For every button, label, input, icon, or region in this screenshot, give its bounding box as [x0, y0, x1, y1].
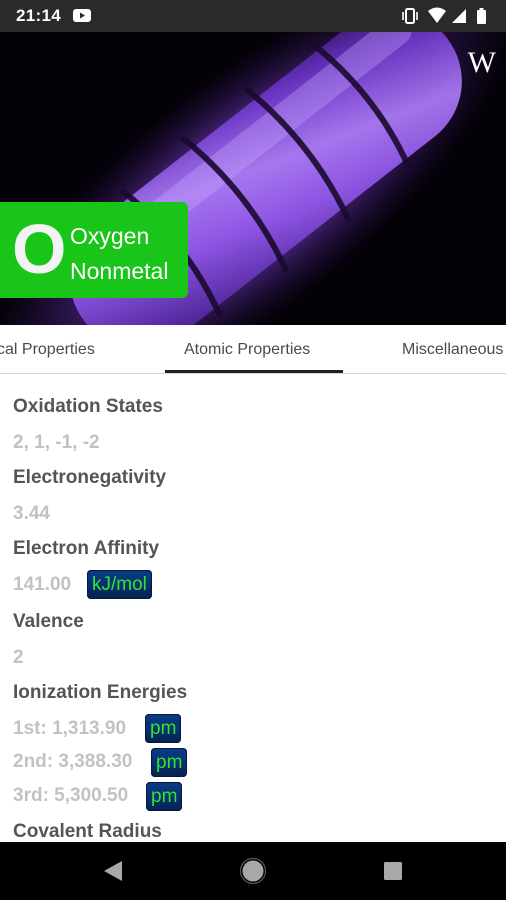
electron-affinity-label: Electron Affinity [13, 538, 160, 559]
electronegativity-label: Electronegativity [13, 467, 167, 488]
back-button[interactable] [88, 850, 138, 892]
signal-icon [452, 9, 466, 23]
status-bar: 21:14 [0, 0, 506, 32]
youtube-icon [73, 9, 91, 22]
status-icons [402, 7, 486, 24]
ionization-energy-1st-unit-badge: pm [145, 714, 182, 743]
element-category: Nonmetal [70, 258, 169, 284]
covalent-radius-label: Covalent Radius [13, 821, 162, 842]
home-button[interactable] [228, 850, 278, 892]
wikipedia-logo[interactable]: W [468, 46, 496, 80]
electron-affinity-unit-badge: kJ/mol [87, 570, 152, 599]
ionization-energy-3rd-unit-badge: pm [146, 782, 183, 811]
status-time: 21:14 [16, 6, 61, 25]
wifi-icon [428, 7, 446, 23]
ionization-energy-2nd: 2nd: 3,388.30 [13, 751, 133, 772]
ionization-energy-3rd: 3rd: 5,300.50 [13, 785, 129, 806]
oxidation-states-label: Oxidation States [13, 396, 163, 417]
valence-label: Valence [13, 611, 84, 632]
element-name: Oxygen [70, 223, 150, 249]
atomic-properties-list: Oxidation States 2, 1, -1, -2 Electroneg… [0, 374, 506, 842]
ionization-energy-1st: 1st: 1,313.90 [13, 718, 127, 739]
tab-miscellaneous[interactable]: Miscellaneous [402, 325, 503, 373]
tab-bar: cal Properties Atomic Properties Miscell… [0, 325, 506, 374]
ionization-energy-2nd-unit-badge: pm [151, 748, 188, 777]
electron-affinity-value: 141.00 [13, 574, 72, 595]
tab-physical-properties[interactable]: cal Properties [0, 325, 95, 373]
tab-atomic-properties[interactable]: Atomic Properties [184, 325, 310, 373]
electronegativity-value: 3.44 [13, 503, 50, 524]
recents-button[interactable] [368, 850, 418, 892]
vibrate-icon [402, 8, 418, 24]
oxidation-states-value: 2, 1, -1, -2 [13, 432, 100, 453]
tab-selected-indicator [165, 370, 343, 373]
valence-value: 2 [13, 647, 24, 668]
ionization-energies-label: Ionization Energies [13, 682, 188, 703]
battery-icon [477, 8, 486, 24]
element-card: O Oxygen Nonmetal [0, 202, 188, 298]
system-nav-bar [0, 842, 506, 900]
element-symbol: O [12, 210, 67, 288]
hero-image: W O Oxygen Nonmetal [0, 32, 506, 325]
